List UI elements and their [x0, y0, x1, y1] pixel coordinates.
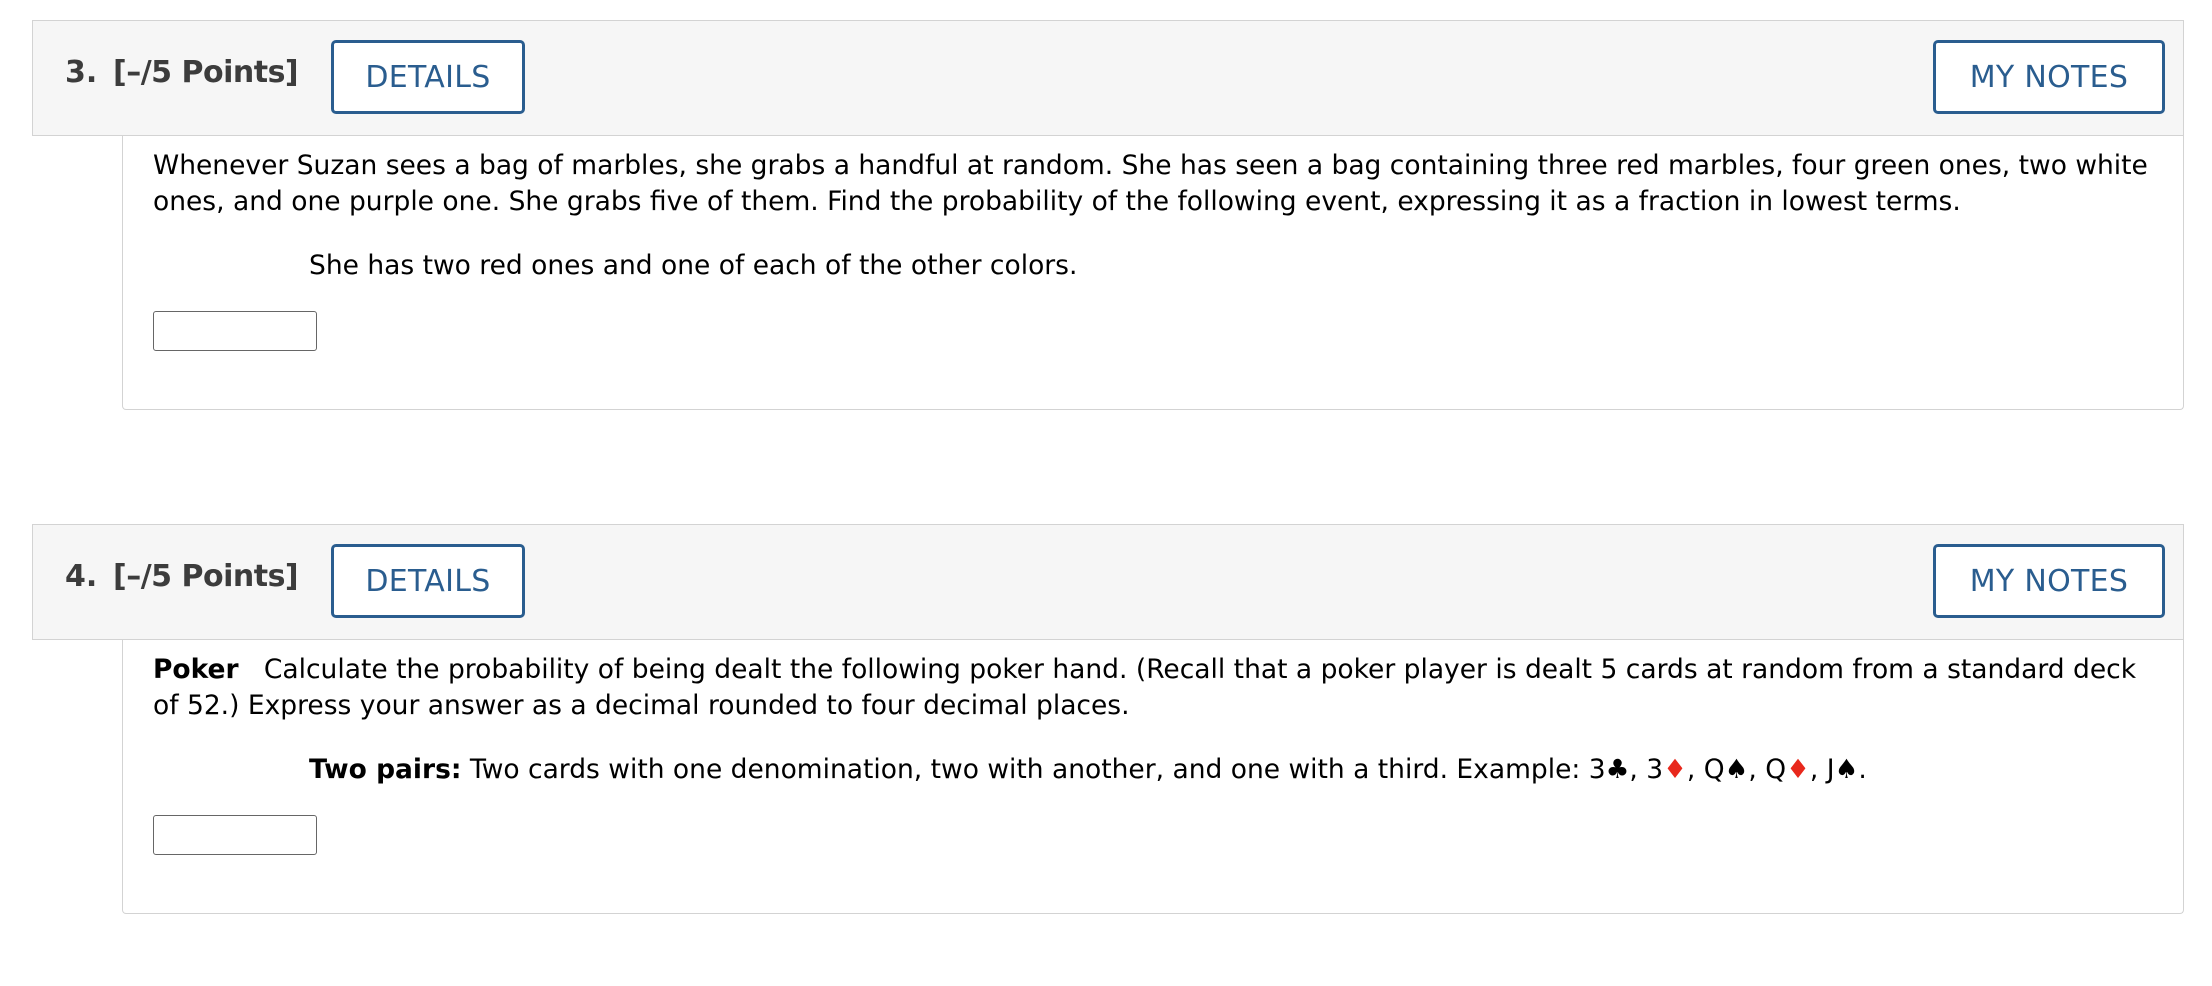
- question-sub-prompt: Two pairs: Two cards with one denominati…: [309, 752, 1867, 788]
- example-cards: 3♣, 3♦, Q♠, Q♦, J♠.: [1589, 754, 1867, 785]
- example-card: Q♠,: [1704, 754, 1765, 785]
- question-header: 4. [–/5 Points] DETAILS MY NOTES: [32, 524, 2184, 640]
- question-3: 3. [–/5 Points] DETAILS MY NOTES Wheneve…: [0, 20, 2212, 412]
- question-prompt: Whenever Suzan sees a bag of marbles, sh…: [153, 150, 2148, 217]
- answer-input[interactable]: [153, 815, 317, 855]
- example-card: J♠.: [1827, 754, 1867, 785]
- example-card: Q♦,: [1765, 754, 1826, 785]
- question-sub-prompt: She has two red ones and one of each of …: [309, 250, 1078, 281]
- red-suit-icon: ♦: [1663, 754, 1687, 785]
- my-notes-button[interactable]: MY NOTES: [1933, 40, 2165, 114]
- card-separator: ,: [1629, 754, 1647, 785]
- card-separator: .: [1858, 754, 1867, 785]
- card-rank: Q: [1703, 754, 1725, 785]
- answer-input[interactable]: [153, 311, 317, 351]
- sub-prompt-title: Two pairs:: [309, 754, 462, 785]
- question-number: 4.: [65, 559, 98, 594]
- red-suit-icon: ♦: [1786, 754, 1810, 785]
- prompt-title: Poker: [153, 654, 239, 685]
- card-separator: ,: [1686, 754, 1704, 785]
- black-suit-icon: ♠: [1724, 754, 1749, 785]
- card-separator: ,: [1809, 754, 1827, 785]
- question-prompt: Poker Calculate the probability of being…: [153, 652, 2163, 724]
- example-card: 3♣,: [1589, 754, 1647, 785]
- question-body: Poker Calculate the probability of being…: [122, 640, 2184, 914]
- card-rank: Q: [1765, 754, 1787, 785]
- black-suit-icon: ♠: [1834, 754, 1859, 785]
- prompt-text: Calculate the probability of being dealt…: [153, 654, 2137, 721]
- card-rank: 3: [1588, 754, 1606, 785]
- details-button[interactable]: DETAILS: [331, 40, 525, 114]
- card-separator: ,: [1748, 754, 1766, 785]
- my-notes-button[interactable]: MY NOTES: [1933, 544, 2165, 618]
- example-card: 3♦,: [1646, 754, 1704, 785]
- details-button[interactable]: DETAILS: [331, 544, 525, 618]
- black-suit-icon: ♣: [1605, 754, 1630, 785]
- card-rank: 3: [1646, 754, 1664, 785]
- question-4: 4. [–/5 Points] DETAILS MY NOTES Poker C…: [0, 524, 2212, 916]
- question-points: [–/5 Points]: [113, 559, 299, 594]
- card-rank: J: [1826, 754, 1835, 785]
- question-points: [–/5 Points]: [113, 55, 299, 90]
- question-body: Whenever Suzan sees a bag of marbles, sh…: [122, 136, 2184, 410]
- question-number: 3.: [65, 55, 98, 90]
- sub-prompt-text: Two cards with one denomination, two wit…: [469, 754, 1581, 785]
- question-header: 3. [–/5 Points] DETAILS MY NOTES: [32, 20, 2184, 136]
